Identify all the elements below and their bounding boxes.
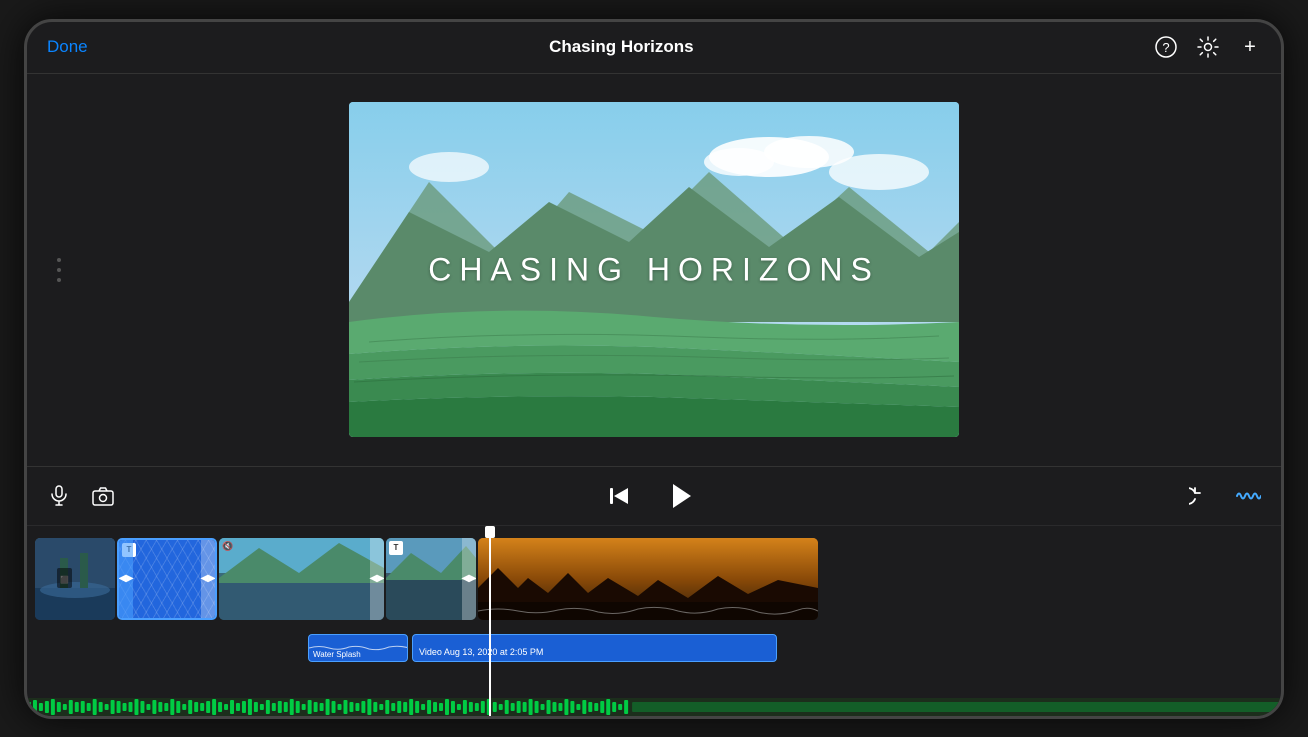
device-frame: Done Chasing Horizons ? + [24, 19, 1284, 719]
control-left [47, 484, 115, 508]
clip4-type-icon: T [389, 541, 403, 555]
play-button[interactable] [662, 478, 698, 514]
clip-2[interactable]: T ◀▶ ◀▶ [117, 538, 217, 620]
clip4-right-handle[interactable]: ◀▶ [462, 538, 476, 620]
undo-button[interactable] [1189, 483, 1215, 509]
left-panel-handle [57, 258, 61, 282]
project-title: Chasing Horizons [549, 37, 694, 57]
add-button[interactable]: + [1239, 36, 1261, 58]
settings-button[interactable] [1197, 36, 1219, 58]
video-title-overlay: CHASING HORIZONS [428, 251, 880, 288]
water-splash-clip[interactable]: Water Splash [308, 634, 408, 662]
svg-text:?: ? [1162, 40, 1169, 55]
clip-1[interactable]: ⬛ [35, 538, 115, 620]
clip-track: ⬛ T ◀▶ ◀▶ [27, 534, 1281, 624]
clip-right-handle[interactable]: ◀▶ [201, 540, 215, 618]
audio-wave-button[interactable] [1235, 483, 1261, 509]
preview-area: CHASING HORIZONS [27, 74, 1281, 466]
top-bar: Done Chasing Horizons ? + [27, 22, 1281, 74]
audio-bar [27, 698, 1281, 716]
clip3-right-handle[interactable]: ◀▶ [370, 538, 384, 620]
done-button[interactable]: Done [47, 37, 88, 57]
video-preview: CHASING HORIZONS [349, 102, 959, 437]
clip-5[interactable] [478, 538, 818, 620]
top-bar-actions: ? + [1155, 36, 1261, 58]
control-center [606, 478, 698, 514]
audio-indicator: 🔇 [222, 541, 233, 552]
clip-3[interactable]: 🔇 ◀▶ [219, 538, 384, 620]
skip-back-button[interactable] [606, 483, 632, 509]
control-right [1189, 483, 1261, 509]
video-aug-clip[interactable]: Video Aug 13, 2020 at 2:05 PM [412, 634, 777, 662]
clip-4[interactable]: T ◀▶ [386, 538, 476, 620]
playhead[interactable] [489, 526, 491, 716]
svg-text:+: + [1244, 36, 1256, 58]
timeline-area[interactable]: ⬛ T ◀▶ ◀▶ [27, 526, 1281, 716]
control-bar [27, 466, 1281, 526]
help-button[interactable]: ? [1155, 36, 1177, 58]
camera-button[interactable] [91, 484, 115, 508]
video-aug-label: Video Aug 13, 2020 at 2:05 PM [419, 647, 543, 657]
mic-button[interactable] [47, 484, 71, 508]
